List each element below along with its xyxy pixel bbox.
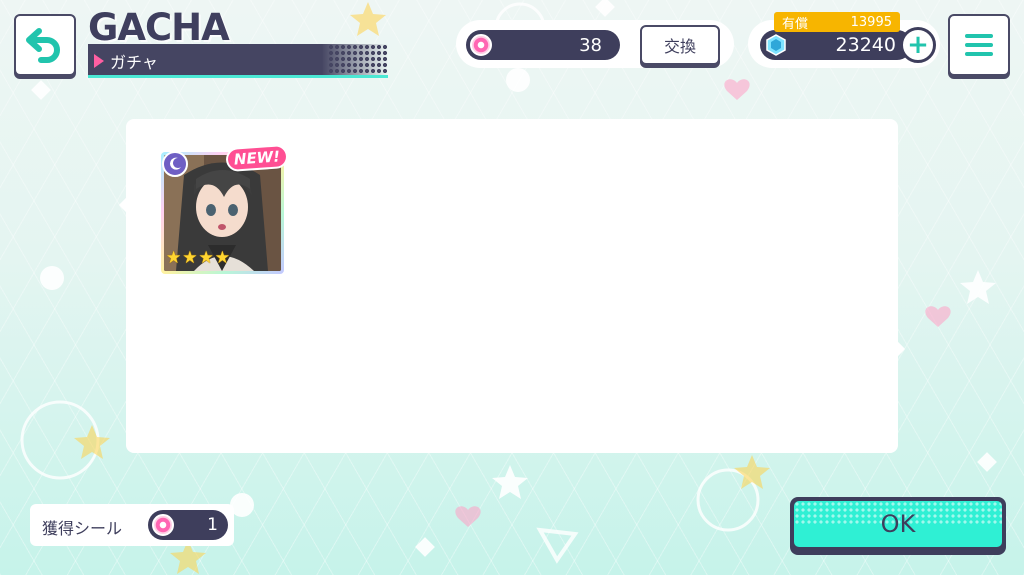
back-button[interactable] xyxy=(14,14,76,76)
star-icon: ★ xyxy=(198,248,214,268)
moon-icon xyxy=(162,151,188,177)
paid-label: 有償 xyxy=(782,16,809,32)
exchange-button[interactable]: 交換 xyxy=(640,25,720,65)
paid-gem-badge: 有償 13995 xyxy=(774,12,900,32)
screen-title: GACHA xyxy=(88,6,230,49)
subtitle-bar: ガチャ xyxy=(88,44,388,78)
ok-label: OK xyxy=(880,510,916,538)
rarity-stars: ★ ★ ★ ★ xyxy=(166,250,230,267)
seal-count: 1 xyxy=(207,515,218,535)
item-count: 38 xyxy=(579,34,602,56)
new-badge: NEW! xyxy=(225,143,289,173)
star-icon: ★ xyxy=(166,248,182,268)
acquired-seal-box: 獲得シール 1 xyxy=(30,504,234,546)
star-icon: ★ xyxy=(182,248,198,268)
screen-subtitle: ガチャ xyxy=(110,53,158,72)
triangle-marker-icon xyxy=(94,54,104,68)
hamburger-menu-icon xyxy=(965,34,993,38)
acquired-seal-label: 獲得シール xyxy=(42,519,123,538)
paid-amount: 13995 xyxy=(850,14,892,30)
menu-button[interactable] xyxy=(948,14,1010,76)
screen-title-area: GACHA ガチャ xyxy=(88,6,388,78)
back-arrow-icon xyxy=(26,28,60,63)
star-icon: ★ xyxy=(214,248,230,268)
gem-icon xyxy=(766,34,786,56)
ok-button[interactable]: OK xyxy=(790,497,1006,555)
seal-icon xyxy=(152,514,174,536)
gem-count: 23240 xyxy=(835,34,896,56)
gacha-ticket-icon xyxy=(470,34,492,56)
plus-icon: + xyxy=(907,30,929,60)
add-gem-button[interactable]: + xyxy=(900,27,936,63)
